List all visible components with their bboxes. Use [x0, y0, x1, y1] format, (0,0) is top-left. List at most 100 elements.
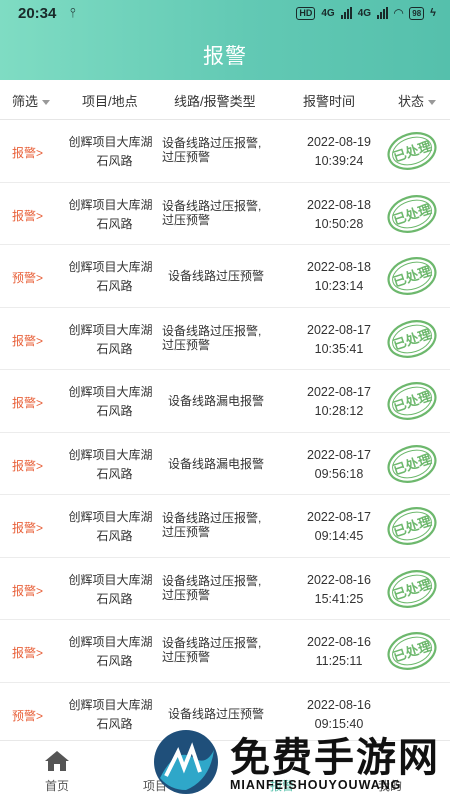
alarm-time: 2022-08-16 15:41:25 [296, 571, 382, 609]
line-type-column-header: 线路/报警类型 [174, 94, 256, 109]
alarm-time: 2022-08-17 09:14:45 [296, 508, 382, 546]
alarm-date: 2022-08-16 [307, 635, 371, 649]
status-dropdown[interactable]: 状态 [398, 91, 437, 110]
chevron-down-icon [428, 100, 437, 106]
charging-icon: ϟ [430, 7, 436, 19]
chevron-down-icon [42, 100, 51, 106]
status-label: 状态 [398, 94, 425, 109]
hd-badge: HD [296, 6, 316, 20]
alarm-type-line1: 设备线路过压报警, [162, 198, 262, 213]
location-project: 创辉项目大库湖 [68, 510, 153, 524]
alarm-type-line1: 设备线路过压报警, [162, 511, 262, 525]
network-4g-label: 4G [321, 7, 335, 19]
watermark-subtext: MIANFEISHOUYOUWANG [230, 778, 402, 792]
alarm-clock: 10:28:12 [314, 404, 364, 418]
table-row[interactable]: 预警> 创辉项目大库湖 石风路 设备线路过压预警 2022-08-18 10:2… [0, 245, 450, 308]
alarm-type-line1: 设备线路过压预警 [168, 706, 265, 721]
table-row[interactable]: 报警> 创辉项目大库湖 石风路 设备线路漏电报警 2022-08-17 09:5… [0, 432, 450, 495]
alarm-time: 2022-08-17 09:56:18 [296, 446, 382, 484]
table-row[interactable]: 报警> 创辉项目大库湖 石风路 设备线路过压报警, 过压预警 2022-08-1… [0, 620, 450, 683]
alarm-type-line2: 过压预警 [162, 212, 211, 227]
location: 创辉项目大库湖 石风路 [67, 321, 162, 359]
location-road: 石风路 [96, 716, 133, 731]
alarm-type-line2: 过压预警 [162, 150, 211, 164]
processed-stamp-icon: 已处理 [387, 569, 437, 608]
alarm-time: 2022-08-18 10:23:14 [296, 258, 382, 296]
alarm-date: 2022-08-17 [307, 447, 371, 462]
processed-stamp-icon: 已处理 [387, 257, 437, 295]
alarm-type-link[interactable]: 预警> [12, 707, 43, 724]
location-road: 石风路 [96, 341, 133, 356]
table-row[interactable]: 报警> 创辉项目大库湖 石风路 设备线路过压报警, 过压预警 2022-08-1… [0, 120, 450, 183]
location-road: 石风路 [96, 591, 133, 606]
alarm-time: 2022-08-17 10:35:41 [296, 321, 382, 359]
alarm-time: 2022-08-16 11:25:11 [296, 633, 382, 671]
table-row[interactable]: 报警> 创辉项目大库湖 石风路 设备线路过压报警, 过压预警 2022-08-1… [0, 495, 450, 558]
alarm-type-link[interactable]: 报警> [12, 457, 43, 474]
alarm-type-line2: 过压预警 [162, 525, 211, 539]
alarm-type-line1: 设备线路过压报警, [162, 573, 262, 588]
table-row[interactable]: 报警> 创辉项目大库湖 石风路 设备线路过压报警, 过压预警 2022-08-1… [0, 557, 450, 620]
watermark-logo [154, 730, 218, 794]
alarm-type-link[interactable]: 报警> [12, 582, 43, 599]
processed-stamp-icon: 已处理 [387, 382, 437, 420]
location-project: 创辉项目大库湖 [68, 635, 153, 649]
alarm-clock: 09:14:45 [314, 529, 364, 543]
alarm-type-link[interactable]: 报警> [12, 144, 43, 161]
alarm-type: 设备线路漏电报警 [168, 457, 298, 471]
table-row[interactable]: 报警> 创辉项目大库湖 石风路 设备线路漏电报警 2022-08-17 10:2… [0, 370, 450, 433]
location-road: 石风路 [96, 404, 133, 418]
alarm-time: 2022-08-19 10:39:24 [296, 133, 382, 171]
location-road: 石风路 [96, 466, 133, 481]
location-project: 创辉项目大库湖 [68, 322, 153, 337]
alarm-clock: 15:41:25 [314, 591, 364, 606]
alarm-type: 设备线路过压报警, 过压预警 [162, 199, 292, 227]
alarm-clock: 10:35:41 [314, 341, 364, 356]
location-road: 石风路 [96, 529, 133, 543]
watermark: 免费手游网 MIANFEISHOUYOUWANG [150, 723, 450, 800]
alarm-clock: 10:39:24 [314, 154, 364, 168]
alarm-date: 2022-08-16 [307, 572, 371, 587]
location: 创辉项目大库湖 石风路 [67, 633, 162, 671]
time-column-header: 报警时间 [303, 94, 356, 109]
alarm-date: 2022-08-17 [307, 322, 371, 337]
alarm-date: 2022-08-17 [307, 385, 371, 399]
alarm-type-line1: 设备线路过压报警, [162, 136, 262, 150]
battery-icon: 98 [409, 6, 425, 20]
table-row[interactable]: 报警> 创辉项目大库湖 石风路 设备线路过压报警, 过压预警 2022-08-1… [0, 182, 450, 245]
signal-icon-2 [377, 7, 389, 19]
alarm-type-link[interactable]: 报警> [12, 394, 43, 411]
filter-dropdown[interactable]: 筛选 [12, 91, 51, 110]
processed-stamp-icon: 已处理 [387, 632, 437, 670]
location-project: 创辉项目大库湖 [68, 135, 153, 149]
usb-icon: ⫯ [70, 5, 76, 20]
alarm-date: 2022-08-18 [307, 260, 371, 274]
alarm-type-line2: 过压预警 [162, 650, 211, 664]
alarm-type: 设备线路过压预警 [168, 707, 298, 721]
watermark-text: 免费手游网 [230, 735, 440, 781]
alarm-date: 2022-08-17 [307, 510, 371, 524]
alarm-type-line2: 过压预警 [162, 587, 211, 602]
alarm-type-link[interactable]: 报警> [12, 207, 43, 224]
location-road: 石风路 [96, 654, 133, 668]
alarm-type: 设备线路过压报警, 过压预警 [162, 136, 292, 164]
location: 创辉项目大库湖 石风路 [67, 446, 162, 484]
alarm-type-link[interactable]: 报警> [12, 519, 43, 536]
app-header: 20:34 ⫯ HD 4G 4G ◠ 98 ϟ 报警 [0, 0, 450, 80]
tab-home[interactable]: 首页 [12, 741, 102, 800]
alarm-type-link[interactable]: 报警> [12, 332, 43, 349]
signal-icon [340, 7, 352, 19]
alarm-type-link[interactable]: 报警> [12, 644, 43, 661]
location-road: 石风路 [96, 279, 133, 293]
alarm-clock: 10:23:14 [314, 279, 364, 293]
location: 创辉项目大库湖 石风路 [67, 508, 162, 546]
alarm-type: 设备线路过压报警, 过压预警 [162, 574, 292, 602]
alarm-time: 2022-08-17 10:28:12 [296, 383, 382, 421]
location-road: 石风路 [96, 216, 133, 231]
alarm-type: 设备线路过压预警 [168, 269, 298, 283]
alarm-type-link[interactable]: 预警> [12, 269, 43, 286]
table-row[interactable]: 报警> 创辉项目大库湖 石风路 设备线路过压报警, 过压预警 2022-08-1… [0, 307, 450, 370]
alarm-clock: 11:25:11 [315, 654, 363, 668]
alarm-type-line1: 设备线路过压报警, [162, 636, 262, 650]
location: 创辉项目大库湖 石风路 [67, 196, 162, 234]
